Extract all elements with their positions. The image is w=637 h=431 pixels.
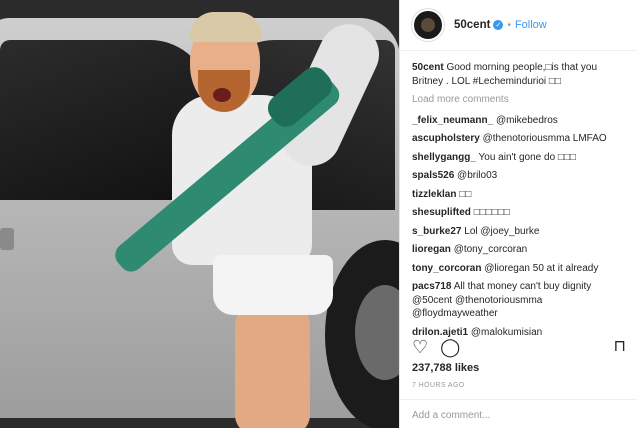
comment-text: Lol @joey_burke [464, 225, 540, 237]
comment-username[interactable]: shesuplifted [412, 207, 471, 218]
heart-icon[interactable]: ♡ [412, 338, 428, 356]
comment-text: @tony_corcoran [453, 244, 528, 255]
comment-username[interactable]: spals526 [412, 170, 454, 181]
list-item: ascupholstery @thenotoriousmma LMFAO [412, 132, 625, 146]
comment-text: @brilo03 [457, 170, 498, 181]
comments-list: 50cent Good morning people,□is that you … [400, 51, 637, 339]
comment-username[interactable]: shellygangg_ [412, 152, 476, 163]
comment-username[interactable]: ascupholstery [412, 133, 480, 144]
caption: 50cent Good morning people,□is that you … [412, 61, 625, 88]
post-side-panel: 50cent ✓ • Follow 50cent Good morning pe… [399, 0, 637, 428]
comment-text: @thenotoriousmma LMFAO [482, 133, 607, 144]
person-leg [235, 305, 310, 428]
list-item: lioregan @tony_corcoran [412, 243, 625, 257]
list-item: shesuplifted □□□□□□ [412, 206, 625, 220]
avatar[interactable] [412, 9, 444, 41]
person-shorts [213, 255, 333, 315]
comment-username[interactable]: tony_corcoran [412, 263, 481, 274]
comment-text: You ain't gone do □□□ [478, 151, 577, 163]
bookmark-icon[interactable]: ⊓ [614, 338, 626, 356]
add-comment-input[interactable]: Add a comment... [400, 399, 637, 431]
comment-text: @lioregan 50 at it already [484, 262, 599, 274]
post-header: 50cent ✓ • Follow [400, 0, 637, 51]
list-item: shellygangg_ You ain't gone do □□□ [412, 151, 625, 165]
post-timestamp: 7 HOURS AGO [412, 382, 465, 389]
person-mouth [213, 88, 231, 102]
verified-badge-icon: ✓ [493, 20, 504, 30]
likes-count[interactable]: 237,788 likes [412, 362, 479, 374]
avatar-face [421, 18, 435, 32]
post-username[interactable]: 50cent [454, 19, 490, 31]
post-photo[interactable] [0, 0, 399, 428]
comment-username[interactable]: lioregan [412, 244, 451, 255]
person-hair [190, 12, 262, 42]
car-door-handle [0, 228, 14, 250]
list-item: tizzleklan □□ [412, 188, 625, 202]
separator-dot: • [507, 19, 511, 31]
list-item: s_burke27 Lol @joey_burke [412, 225, 625, 239]
comment-bubble-icon[interactable]: ◯ [440, 338, 460, 356]
list-item: _felix_neumann_ @mikebedros [412, 114, 625, 128]
comment-username[interactable]: pacs718 [412, 281, 451, 292]
list-item: spals526 @brilo03 [412, 169, 625, 183]
comment-text: □□ [459, 188, 472, 200]
comment-text: @malokumisian [470, 326, 543, 338]
comment-username[interactable]: _felix_neumann_ [412, 115, 493, 126]
comment-text: @mikebedros [495, 114, 558, 126]
comment-username[interactable]: tizzleklan [412, 189, 456, 200]
load-more-comments-link[interactable]: Load more comments [412, 93, 625, 107]
caption-username[interactable]: 50cent [412, 62, 444, 73]
list-item: pacs718 All that money can't buy dignity… [412, 280, 625, 321]
comment-text: □□□□□□ [473, 207, 510, 218]
post-actions: ♡ ◯ ⊓ [412, 338, 626, 356]
comment-username[interactable]: s_burke27 [412, 226, 461, 237]
follow-button[interactable]: Follow [515, 19, 547, 31]
list-item: tony_corcoran @lioregan 50 at it already [412, 262, 625, 276]
comment-username[interactable]: drilon.ajeti1 [412, 327, 468, 338]
